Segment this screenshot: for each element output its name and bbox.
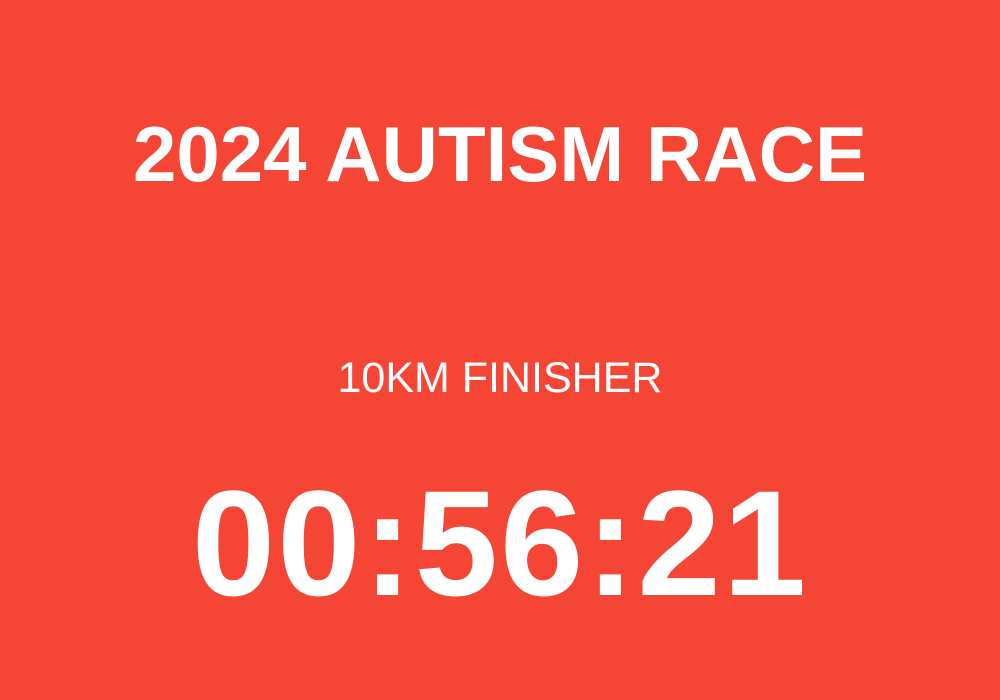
race-title: 2024 AUTISM RACE — [133, 110, 867, 198]
race-finisher-card: 2024 AUTISM RACE 10KM FINISHER 00:56:21 — [0, 0, 1000, 700]
finisher-category: 10KM FINISHER — [337, 354, 663, 402]
finish-time: 00:56:21 — [191, 459, 809, 627]
